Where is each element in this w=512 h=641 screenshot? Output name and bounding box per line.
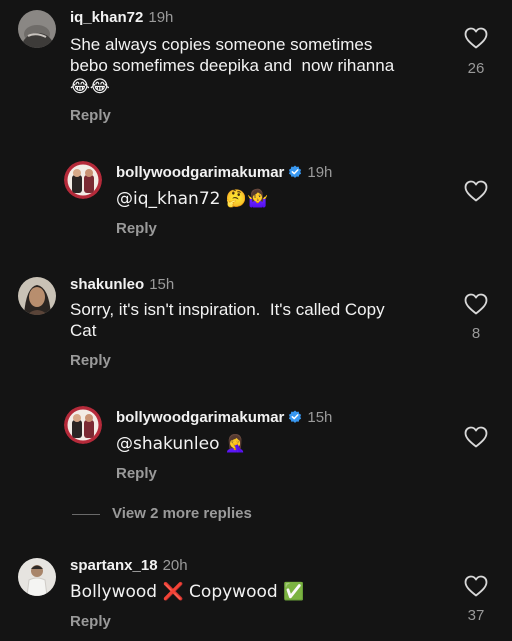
reply-button[interactable]: Reply [70, 352, 111, 370]
timestamp: 15h [149, 276, 175, 293]
verified-badge-icon [289, 410, 302, 423]
timestamp: 19h [307, 164, 333, 181]
divider-line [72, 514, 100, 515]
reply-button[interactable]: Reply [70, 613, 111, 631]
username[interactable]: bollywoodgarimakumar [116, 409, 284, 426]
heart-outline-icon [464, 293, 488, 315]
comment-text: She always copies someone sometimes bebo… [70, 35, 395, 96]
reply-button[interactable]: Reply [116, 465, 157, 483]
like-button[interactable] [461, 426, 491, 448]
comment-header: bollywoodgarimakumar 19h [116, 164, 332, 182]
comment-text: @iq_khan72 🤔🤷‍♀️ [116, 188, 268, 210]
avatar[interactable] [64, 161, 102, 199]
username[interactable]: spartanx_18 [70, 557, 158, 574]
comment-text-content: @iq_khan72 🤔🤷‍♀️ [116, 189, 269, 209]
like-count: 8 [471, 325, 481, 342]
like-button[interactable] [461, 27, 491, 49]
username[interactable]: iq_khan72 [70, 9, 143, 26]
comment-shakunleo: shakunleo 15h Sorry, it's isn't inspirati… [0, 266, 512, 376]
comment-iq-khan72: iq_khan72 19h She always copies someone s… [0, 0, 512, 130]
heart-outline-icon [464, 426, 488, 448]
avatar[interactable] [18, 277, 56, 315]
username[interactable]: shakunleo [70, 276, 144, 293]
like-count: 26 [467, 60, 485, 77]
like-button[interactable] [461, 180, 491, 202]
like-count: 37 [467, 607, 485, 624]
username[interactable]: bollywoodgarimakumar [116, 164, 284, 181]
heart-outline-icon [464, 27, 488, 49]
avatar[interactable] [18, 10, 56, 48]
reply-button[interactable]: Reply [116, 220, 157, 238]
heart-outline-icon [464, 180, 488, 202]
heart-outline-icon [464, 575, 488, 597]
reply-bollywoodgarimakumar-2: bollywoodgarimakumar 15h @shakunleo 🤦‍♀️ … [0, 396, 512, 496]
reply-bollywoodgarimakumar-1: bollywoodgarimakumar 19h @iq_khan72 🤔🤷‍♀️… [0, 150, 512, 250]
view-more-replies-label: View 2 more replies [112, 505, 252, 522]
comment-text-content: @shakunleo 🤦‍♀️ [116, 434, 247, 454]
comment-header: spartanx_18 20h [70, 557, 188, 575]
timestamp: 19h [148, 9, 174, 26]
comment-text: Sorry, it's isn't inspiration. It's call… [70, 300, 385, 340]
comment-text: Bollywood ❌ Copywood ✅ [70, 581, 304, 603]
comment-header: bollywoodgarimakumar 15h [116, 409, 332, 427]
verified-badge-icon [289, 165, 302, 178]
reply-button[interactable]: Reply [70, 107, 111, 125]
timestamp: 20h [162, 557, 188, 574]
comment-header: shakunleo 15h [70, 276, 174, 294]
like-button[interactable] [461, 575, 491, 597]
timestamp: 15h [307, 409, 333, 426]
comment-header: iq_khan72 19h [70, 9, 173, 27]
comment-spartanx-18: spartanx_18 20h Bollywood ❌ Copywood ✅ Re… [0, 548, 512, 641]
comment-text: @shakunleo 🤦‍♀️ [116, 433, 246, 455]
avatar[interactable] [18, 558, 56, 596]
comment-text-content: Bollywood ❌ Copywood ✅ [70, 582, 305, 602]
like-button[interactable] [461, 293, 491, 315]
avatar[interactable] [64, 406, 102, 444]
